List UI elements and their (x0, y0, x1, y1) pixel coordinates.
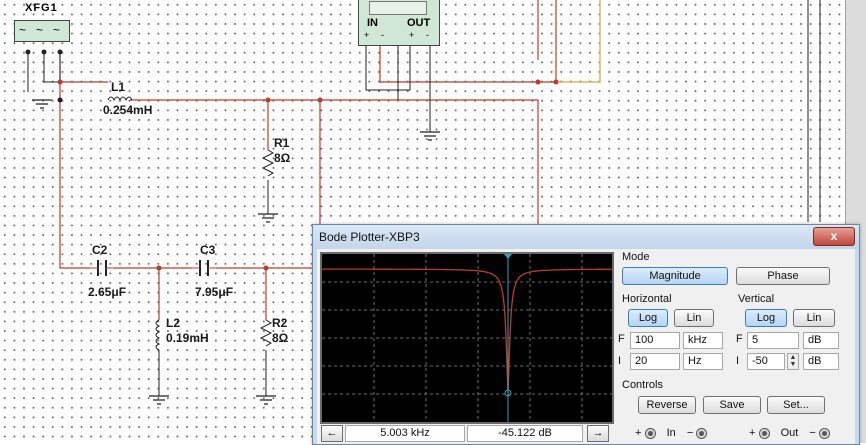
controls-section-label: Controls (622, 379, 663, 391)
out-terminal-group: + Out − (749, 427, 830, 439)
cursor-frequency-readout: 5.003 kHz (345, 425, 465, 442)
close-button[interactable]: x (813, 227, 855, 246)
spin-up-icon[interactable]: ▲ (788, 354, 798, 361)
horizontal-log-button[interactable]: Log (628, 309, 668, 327)
horizontal-i-label: I (618, 355, 622, 367)
cursor-top-marker (504, 254, 512, 259)
bode-screen-icon (369, 1, 427, 15)
in-plus-terminal[interactable] (644, 427, 656, 439)
horizontal-section-label: Horizontal (622, 293, 672, 305)
bode-out-plus: + (409, 30, 415, 40)
out-minus-terminal[interactable] (818, 427, 830, 439)
bode-in-minus: - (381, 30, 384, 40)
vertical-section-label: Vertical (738, 293, 775, 305)
c3-name: C3 (200, 243, 216, 257)
l2-value: 0.19mH (166, 331, 209, 345)
vertical-initial-input[interactable]: -50 (747, 353, 785, 370)
cursor-left-button[interactable]: ← (321, 425, 343, 442)
in-terminal-group: + In − (635, 427, 708, 439)
c2-name: C2 (92, 243, 108, 257)
vertical-i-label: I (736, 355, 740, 367)
l1-value: 0.254mH (103, 103, 153, 117)
r2-value: 8Ω (272, 331, 289, 345)
phase-button[interactable]: Phase (736, 267, 830, 285)
spin-down-icon[interactable]: ▼ (788, 361, 798, 368)
mode-section-label: Mode (622, 251, 650, 263)
r1-name: R1 (274, 136, 290, 150)
in-terminal-label: In (666, 427, 676, 439)
bode-in-plus: + (364, 30, 370, 40)
save-button[interactable]: Save (703, 396, 761, 414)
horizontal-final-unit[interactable]: kHz (683, 332, 723, 349)
bode-plotter-instrument[interactable]: IN OUT + - + - (358, 0, 440, 46)
in-plus-sign: + (635, 427, 642, 439)
r2-symbol (259, 319, 273, 347)
horizontal-initial-unit[interactable]: Hz (683, 353, 723, 370)
horizontal-lin-button[interactable]: Lin (674, 309, 714, 327)
r1-value: 8Ω (274, 151, 291, 165)
l1-name: L1 (111, 80, 126, 94)
horizontal-final-input[interactable]: 100 (630, 332, 680, 349)
c3-value: 7.95μF (195, 285, 234, 299)
sine-wave-icon: ~ (19, 23, 27, 37)
horizontal-f-label: F (618, 333, 625, 345)
bode-window-title: Bode Plotter-XBP3 (319, 230, 420, 244)
l1-symbol (107, 96, 133, 102)
vertical-initial-spinner[interactable]: ▲ ▼ (787, 353, 799, 370)
vertical-log-button[interactable]: Log (745, 309, 787, 327)
plot-grid (322, 254, 612, 422)
l2-symbol (155, 319, 161, 351)
cursor-right-button[interactable]: → (587, 425, 609, 442)
bode-window-body: Mode Magnitude Phase Horizontal Log Lin … (317, 249, 855, 444)
out-terminal-label: Out (780, 427, 799, 439)
r2-name: R2 (272, 316, 288, 330)
out-plus-sign: + (749, 427, 756, 439)
bode-plot-area[interactable] (320, 252, 614, 424)
c2-value: 2.65μF (88, 285, 127, 299)
magnitude-trace (322, 268, 612, 394)
bode-out-label: OUT (407, 17, 431, 29)
cursor-magnitude-readout: -45.122 dB (467, 425, 583, 442)
bode-titlebar[interactable]: Bode Plotter-XBP3 x (313, 225, 859, 249)
square-wave-icon: ~ (53, 23, 61, 37)
vertical-final-unit[interactable]: dB (803, 332, 839, 349)
r1-symbol (261, 149, 275, 177)
out-minus-sign: − (809, 427, 816, 439)
vertical-lin-button[interactable]: Lin (793, 309, 835, 327)
vertical-final-input[interactable]: 5 (747, 332, 799, 349)
bode-plotter-window[interactable]: Bode Plotter-XBP3 x Mode Magnitude Phase… (312, 224, 860, 445)
in-minus-terminal[interactable] (696, 427, 708, 439)
bode-plot-svg (322, 254, 612, 422)
set-button[interactable]: Set... (767, 396, 825, 414)
bode-in-label: IN (367, 17, 378, 29)
in-minus-sign: − (686, 427, 694, 439)
horizontal-initial-input[interactable]: 20 (630, 353, 680, 370)
vertical-initial-unit[interactable]: dB (803, 353, 839, 370)
vertical-f-label: F (736, 333, 743, 345)
magnitude-button[interactable]: Magnitude (622, 267, 728, 285)
bode-out-minus: - (426, 30, 429, 40)
reverse-button[interactable]: Reverse (638, 396, 696, 414)
out-plus-terminal[interactable] (758, 427, 770, 439)
generator-name: XFG1 (25, 2, 58, 14)
triangle-wave-icon: ~ (36, 23, 44, 37)
function-generator[interactable]: ~ ~ ~ (14, 20, 70, 42)
l2-name: L2 (166, 316, 181, 330)
